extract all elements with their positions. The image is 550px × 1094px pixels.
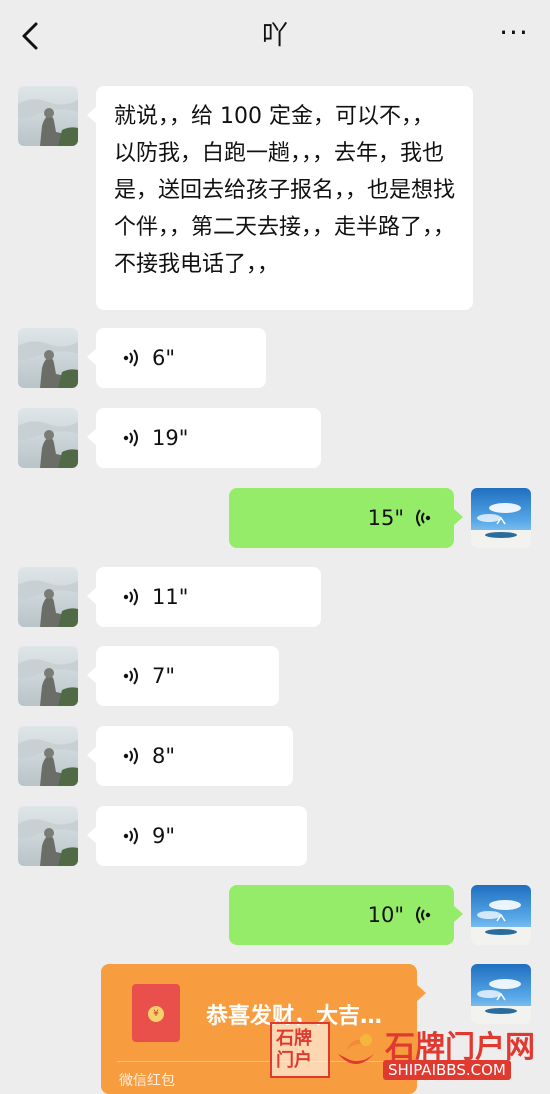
- voice-message-bubble[interactable]: 6": [87, 328, 266, 388]
- message-text: 就说，，给 100 定金，可以不，，以防我，白跑一趟，，，去年，我也是，送回去给…: [114, 104, 456, 277]
- statue-avatar-icon: [18, 726, 78, 786]
- voice-message-bubble[interactable]: 8": [87, 726, 293, 786]
- statue-avatar-icon: [18, 646, 78, 706]
- watermark-seal-text: 石牌门户: [276, 1028, 312, 1071]
- contact-avatar[interactable]: [18, 86, 78, 146]
- red-packet-label: 微信红包: [119, 1073, 175, 1089]
- my-avatar[interactable]: [471, 488, 531, 548]
- my-avatar[interactable]: [471, 964, 531, 1024]
- voice-wave-icon: [416, 509, 431, 527]
- voice-message-bubble[interactable]: 10": [229, 885, 463, 945]
- voice-duration: 6": [152, 346, 176, 370]
- chat-header: 吖 ···: [0, 0, 550, 72]
- voice-wave-icon: [123, 667, 138, 685]
- more-options-icon[interactable]: ···: [496, 18, 532, 54]
- voice-wave-icon: [123, 429, 138, 447]
- chat-title: 吖: [261, 21, 288, 51]
- voice-wave-icon: [416, 906, 431, 924]
- voice-wave-icon: [123, 747, 138, 765]
- voice-duration: 7": [152, 664, 176, 688]
- statue-avatar-icon: [18, 328, 78, 388]
- contact-avatar[interactable]: [18, 646, 78, 706]
- text-message-bubble[interactable]: 就说，，给 100 定金，可以不，，以防我，白跑一趟，，，去年，我也是，送回去给…: [87, 86, 473, 310]
- voice-duration: 9": [152, 824, 176, 848]
- voice-duration: 10": [367, 903, 404, 927]
- contact-avatar[interactable]: [18, 408, 78, 468]
- voice-message-bubble[interactable]: 9": [87, 806, 307, 866]
- watermark-seal: 石牌门户: [270, 1022, 330, 1078]
- statue-avatar-icon: [18, 806, 78, 866]
- contact-avatar[interactable]: [18, 328, 78, 388]
- voice-message-bubble[interactable]: 19": [87, 408, 321, 468]
- voice-wave-icon: [123, 349, 138, 367]
- statue-avatar-icon: [18, 408, 78, 468]
- my-avatar[interactable]: [471, 885, 531, 945]
- watermark-logo-icon: [338, 1034, 374, 1064]
- contact-avatar[interactable]: [18, 567, 78, 627]
- statue-avatar-icon: [18, 567, 78, 627]
- yuan-coin-icon: ¥: [148, 1006, 164, 1022]
- voice-wave-icon: [123, 827, 138, 845]
- beach-avatar-icon: [471, 885, 531, 945]
- voice-duration: 11": [152, 585, 189, 609]
- voice-wave-icon: [123, 588, 138, 606]
- voice-message-bubble[interactable]: 7": [87, 646, 279, 706]
- voice-duration: 19": [152, 426, 189, 450]
- red-envelope-icon: ¥: [132, 984, 180, 1042]
- voice-message-bubble[interactable]: 15": [229, 488, 463, 548]
- statue-avatar-icon: [18, 86, 78, 146]
- voice-message-bubble[interactable]: 11": [87, 567, 321, 627]
- watermark-url: SHIPAIBBS.COM: [383, 1060, 511, 1080]
- contact-avatar[interactable]: [18, 726, 78, 786]
- beach-avatar-icon: [471, 488, 531, 548]
- voice-duration: 15": [367, 506, 404, 530]
- contact-avatar[interactable]: [18, 806, 78, 866]
- voice-duration: 8": [152, 744, 176, 768]
- beach-avatar-icon: [471, 964, 531, 1024]
